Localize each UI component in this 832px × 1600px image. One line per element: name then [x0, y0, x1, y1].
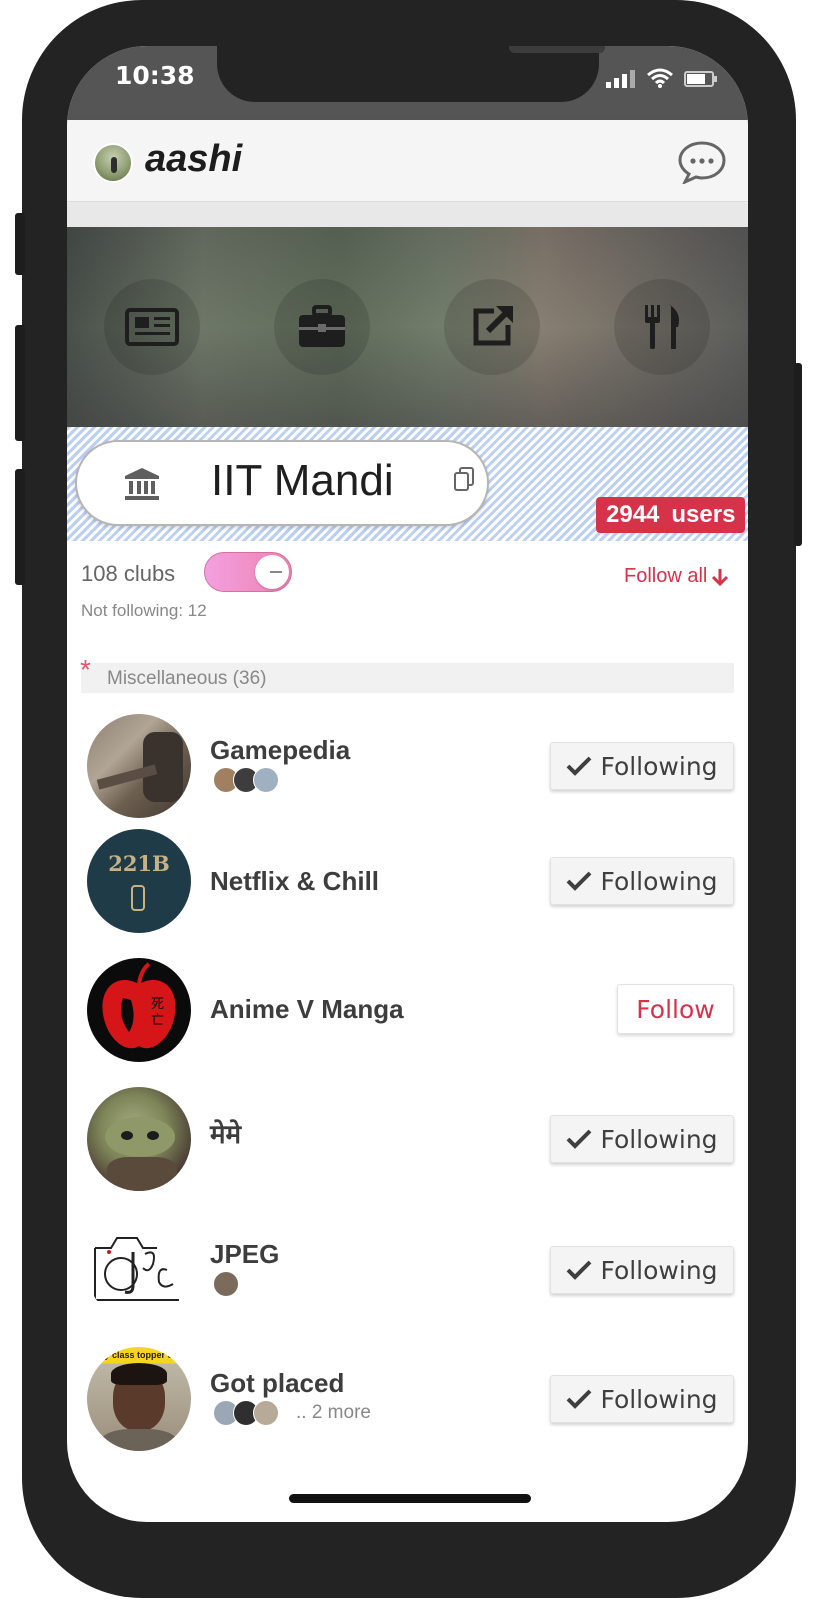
mess-button[interactable] — [614, 279, 710, 375]
newspaper-icon — [125, 308, 179, 346]
clubs-count: 108 clubs — [81, 561, 176, 586]
club-name: Anime V Manga — [210, 994, 404, 1024]
users-count: 2944 — [606, 501, 660, 528]
power-button — [794, 363, 802, 546]
avatar-caption: ry class topper e — [101, 1350, 173, 1360]
club-row[interactable]: 死 亡 Anime V Manga Follow — [67, 944, 748, 1070]
follow-all-button[interactable]: Follow all — [624, 565, 729, 588]
status-bar: 10:38 — [67, 46, 748, 120]
phone-screen: 10:38 aashi IIT Mandi 2944 users 108 clu… — [67, 46, 748, 1522]
battery-icon — [684, 71, 717, 87]
follower-avatars — [213, 767, 279, 793]
user-avatar[interactable] — [93, 143, 133, 183]
bank-icon — [125, 468, 159, 500]
check-icon — [567, 1129, 592, 1149]
following-button-label: Following — [600, 751, 718, 781]
wifi-icon — [647, 68, 673, 88]
club-avatar-netflix: 221B — [87, 829, 191, 933]
follower-avatars — [213, 1400, 279, 1426]
jobs-button[interactable] — [274, 279, 370, 375]
section-asterisk: * — [80, 654, 91, 685]
following-button-label: Following — [600, 1255, 718, 1285]
volume-up-button — [15, 325, 25, 441]
following-button-label: Following — [600, 1384, 718, 1414]
follow-button[interactable]: Follow — [617, 984, 734, 1034]
follow-button-label: Follow — [636, 994, 715, 1024]
club-row[interactable]: Gamepedia Following — [67, 700, 748, 826]
follow-all-label: Follow all — [624, 565, 708, 587]
signal-icon — [606, 70, 635, 88]
following-button[interactable]: Following — [550, 1375, 734, 1423]
club-row[interactable]: ry class topper e Got placed .. 2 more F… — [67, 1333, 748, 1459]
app-header: aashi — [67, 120, 748, 202]
club-avatar-anime: 死 亡 — [87, 958, 191, 1062]
not-following-count: Not following: 12 — [81, 601, 207, 620]
speaker-grille — [509, 46, 605, 53]
check-icon — [567, 871, 592, 891]
camera-logo-icon — [94, 1237, 179, 1301]
check-icon — [567, 1389, 592, 1409]
copy-icon[interactable] — [453, 466, 475, 492]
more-followers: .. 2 more — [296, 1402, 371, 1423]
chat-bubble-icon[interactable] — [677, 140, 727, 184]
institution-pill[interactable]: IIT Mandi — [75, 440, 489, 526]
header-spacer — [67, 203, 748, 227]
status-icons — [606, 68, 718, 88]
club-name: JPEG — [210, 1239, 280, 1269]
apple-icon: 死 亡 — [102, 962, 176, 1049]
volume-down-button — [15, 469, 25, 585]
club-avatar-gamepedia — [87, 714, 191, 818]
follower-avatars — [213, 1271, 239, 1297]
show-all-toggle[interactable] — [204, 552, 292, 592]
institution-name: IIT Mandi — [211, 456, 394, 505]
following-button[interactable]: Following — [550, 742, 734, 790]
briefcase-icon — [299, 305, 345, 347]
following-button[interactable]: Following — [550, 857, 734, 905]
club-name: Gamepedia — [210, 735, 351, 765]
club-name: मेमे — [210, 1120, 242, 1150]
club-avatar-jpeg — [87, 1218, 191, 1322]
club-avatar-memes — [87, 1087, 191, 1191]
silent-switch — [15, 213, 25, 275]
following-button-label: Following — [600, 1124, 718, 1154]
following-button[interactable]: Following — [550, 1246, 734, 1294]
following-button-label: Following — [600, 866, 718, 896]
users-label: users — [671, 501, 736, 528]
app-brand: aashi — [145, 138, 243, 180]
follower-avatar — [253, 1400, 279, 1426]
check-icon — [567, 1260, 592, 1280]
svg-text:死: 死 — [151, 997, 164, 1012]
check-icon — [567, 756, 592, 776]
club-name: Netflix & Chill — [210, 866, 380, 896]
club-name: Got placed — [210, 1368, 345, 1398]
users-count-badge: 2944 users — [596, 497, 746, 533]
status-time: 10:38 — [115, 61, 195, 90]
club-row[interactable]: मेमे Following — [67, 1073, 748, 1199]
home-indicator[interactable] — [289, 1494, 531, 1503]
news-button[interactable] — [104, 279, 200, 375]
club-row[interactable]: 221B Netflix & Chill Following — [67, 816, 748, 942]
svg-text:亡: 亡 — [151, 1013, 164, 1028]
club-avatar-placed: ry class topper e — [87, 1347, 191, 1451]
following-button[interactable]: Following — [550, 1115, 734, 1163]
notch — [217, 46, 605, 102]
follower-avatar — [253, 767, 279, 793]
club-row[interactable]: JPEG Following — [67, 1204, 748, 1330]
section-title: Miscellaneous (36) — [107, 668, 267, 689]
hero-banner — [67, 227, 748, 427]
avatar-door-number: 221B — [108, 851, 170, 876]
external-link-icon — [473, 306, 513, 346]
follower-avatar — [213, 1271, 239, 1297]
utensils-icon — [645, 305, 679, 349]
share-button[interactable] — [444, 279, 540, 375]
arrow-down-icon — [712, 568, 729, 586]
toggle-knob — [255, 555, 289, 589]
